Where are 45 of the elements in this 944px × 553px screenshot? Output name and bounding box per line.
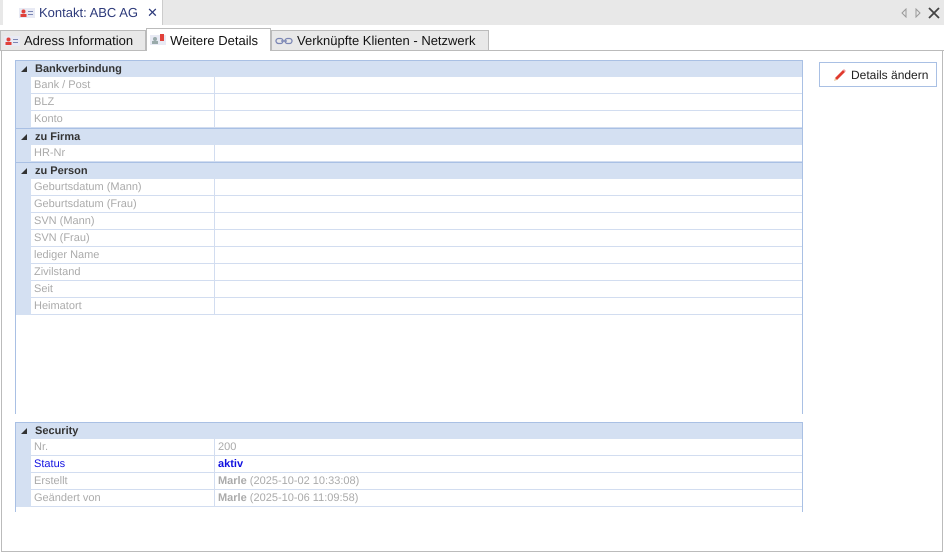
- group-header[interactable]: Bankverbindung: [16, 60, 802, 77]
- close-tab-button[interactable]: ✕: [147, 5, 158, 20]
- property-value: Marle (2025-10-02 10:33:08): [215, 473, 802, 490]
- property-label: Geändert von: [31, 490, 215, 507]
- group-header[interactable]: zu Person: [16, 162, 802, 179]
- property-label: SVN (Mann): [31, 213, 215, 230]
- edit-details-button[interactable]: Details ändern: [819, 62, 937, 87]
- property-label: Zivilstand: [31, 264, 215, 281]
- property-label: Status: [31, 456, 215, 473]
- tab[interactable]: Verknüpfte Klienten - Netzwerk: [271, 30, 488, 50]
- group-header[interactable]: zu Firma: [16, 128, 802, 145]
- property-label: BLZ: [31, 94, 215, 111]
- property-label: SVN (Frau): [31, 230, 215, 247]
- property-label: Erstellt: [31, 473, 215, 490]
- document-tab[interactable]: Kontakt: ABC AG ✕: [3, 0, 163, 25]
- tab[interactable]: Adress Information: [0, 30, 146, 50]
- property-label: Heimatort: [31, 298, 215, 315]
- scroll-right-icon[interactable]: [914, 8, 922, 18]
- row-gutter: [16, 298, 31, 315]
- property-label: Geburtsdatum (Mann): [31, 179, 215, 196]
- property-value: aktiv: [215, 456, 802, 473]
- document-title: Kontakt: ABC AG: [39, 5, 138, 20]
- property-label: Nr.: [31, 439, 215, 456]
- property-label: Seit: [31, 281, 215, 298]
- property-label: lediger Name: [31, 247, 215, 264]
- contact-card-icon: [150, 34, 166, 46]
- link-icon: [275, 36, 294, 46]
- collapse-icon: [20, 65, 28, 73]
- pencil-icon: [832, 66, 848, 82]
- contact-card-icon: [19, 6, 35, 18]
- row-gutter: [16, 490, 31, 507]
- property-label: Bank / Post: [31, 77, 215, 94]
- property-label: Geburtsdatum (Frau): [31, 196, 215, 213]
- contact-card-icon: [4, 34, 20, 46]
- close-icon[interactable]: [928, 6, 940, 18]
- scroll-left-icon[interactable]: [900, 8, 908, 18]
- property-value: Marle (2025-10-06 11:09:58): [215, 490, 802, 507]
- row-gutter: [16, 145, 31, 162]
- row-gutter: [16, 111, 31, 128]
- collapse-icon: [20, 133, 28, 141]
- property-value: 200: [215, 439, 802, 456]
- group-header[interactable]: Security: [16, 422, 802, 439]
- collapse-icon: [20, 167, 28, 175]
- tab[interactable]: Weitere Details: [146, 28, 272, 51]
- collapse-icon: [20, 427, 28, 435]
